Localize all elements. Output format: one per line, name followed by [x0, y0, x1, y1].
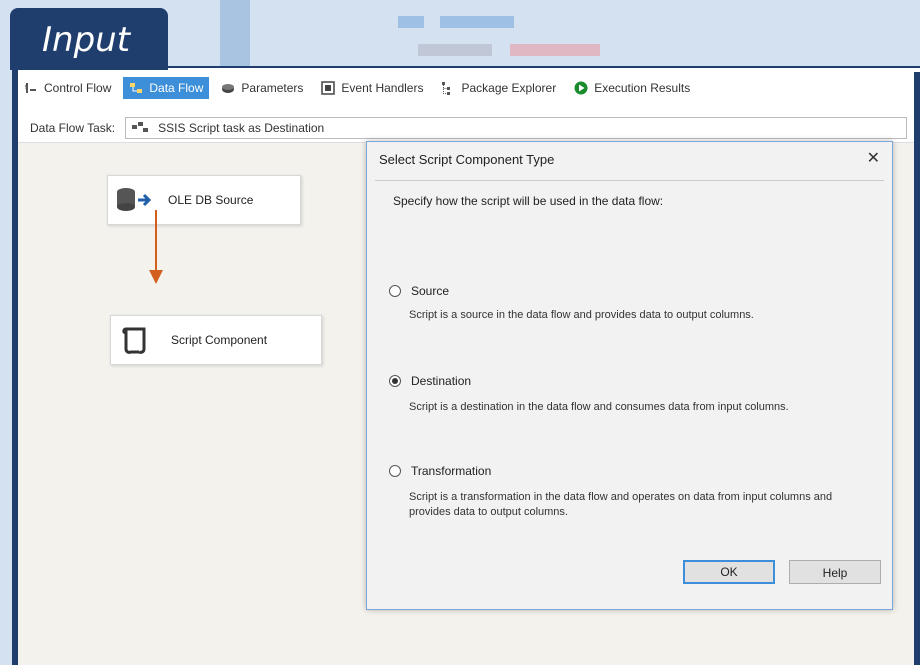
background-decoration: [418, 44, 492, 56]
node-label: Script Component: [171, 333, 268, 347]
background-decoration: [510, 44, 600, 56]
node-ole-db-source[interactable]: OLE DB Source: [107, 175, 301, 225]
tab-label: Package Explorer: [461, 81, 557, 95]
data-flow-task-label: Data Flow Task:: [30, 121, 116, 135]
input-header-tab: Input: [10, 8, 168, 70]
background-decoration: [398, 16, 424, 28]
tab-control-flow[interactable]: ꜝ Control Flow: [18, 77, 117, 99]
tab-parameters[interactable]: Parameters: [215, 77, 309, 99]
radio-button[interactable]: [389, 465, 401, 477]
data-flow-task-icon: [132, 122, 149, 132]
option-label: Transformation: [411, 464, 492, 478]
parameters-icon: [222, 84, 235, 93]
node-label: OLE DB Source: [168, 193, 254, 207]
script-icon: [122, 327, 146, 354]
option-description: Script is a destination in the data flow…: [409, 401, 789, 413]
close-icon[interactable]: ✕: [867, 148, 880, 168]
radio-destination[interactable]: Destination: [389, 374, 471, 388]
execution-results-icon: [574, 81, 588, 95]
data-flow-task-bar: Data Flow Task: SSIS Script task as Dest…: [18, 114, 920, 143]
dialog-instruction: Specify how the script will be used in t…: [393, 194, 664, 208]
help-button[interactable]: Help: [789, 560, 881, 584]
flow-arrow: [149, 210, 163, 284]
dialog-divider: [375, 180, 884, 181]
data-flow-task-value: SSIS Script task as Destination: [158, 121, 325, 135]
tab-label: Parameters: [241, 81, 304, 95]
event-handlers-icon: [321, 81, 336, 95]
node-script-component[interactable]: Script Component: [110, 315, 322, 365]
radio-source[interactable]: Source: [389, 284, 449, 298]
select-script-component-dialog: Select Script Component Type ✕ Specify h…: [366, 141, 893, 610]
radio-button[interactable]: [389, 285, 401, 297]
tab-event-handlers[interactable]: Event Handlers: [315, 77, 429, 99]
frame-right-border: [914, 72, 920, 665]
radio-transformation[interactable]: Transformation: [389, 464, 491, 478]
tab-label: Data Flow: [149, 81, 204, 95]
data-flow-icon: [130, 83, 143, 93]
data-flow-task-select[interactable]: SSIS Script task as Destination: [125, 117, 908, 139]
ok-button[interactable]: OK: [683, 560, 775, 584]
designer-tabbar: ꜝ Control Flow Data Flow Parameters Even…: [18, 72, 920, 104]
option-description: Script is a transformation in the data f…: [409, 491, 833, 518]
tab-label: Control Flow: [44, 81, 112, 95]
dialog-title: Select Script Component Type: [379, 152, 555, 167]
tab-data-flow[interactable]: Data Flow: [123, 77, 210, 99]
tab-package-explorer[interactable]: Package Explorer: [435, 77, 562, 99]
tab-execution-results[interactable]: Execution Results: [568, 77, 696, 99]
package-explorer-icon: [442, 82, 451, 95]
option-description: Script is a source in the data flow and …: [409, 309, 754, 321]
background-decoration: [220, 0, 250, 66]
control-flow-icon: ꜝ: [24, 83, 36, 95]
option-label: Source: [411, 284, 450, 298]
page-title: Input: [42, 20, 131, 60]
option-label: Destination: [411, 374, 472, 388]
tab-label: Execution Results: [594, 81, 691, 95]
background-decoration: [440, 16, 514, 28]
radio-button[interactable]: [389, 375, 401, 387]
tab-label: Event Handlers: [341, 81, 424, 95]
